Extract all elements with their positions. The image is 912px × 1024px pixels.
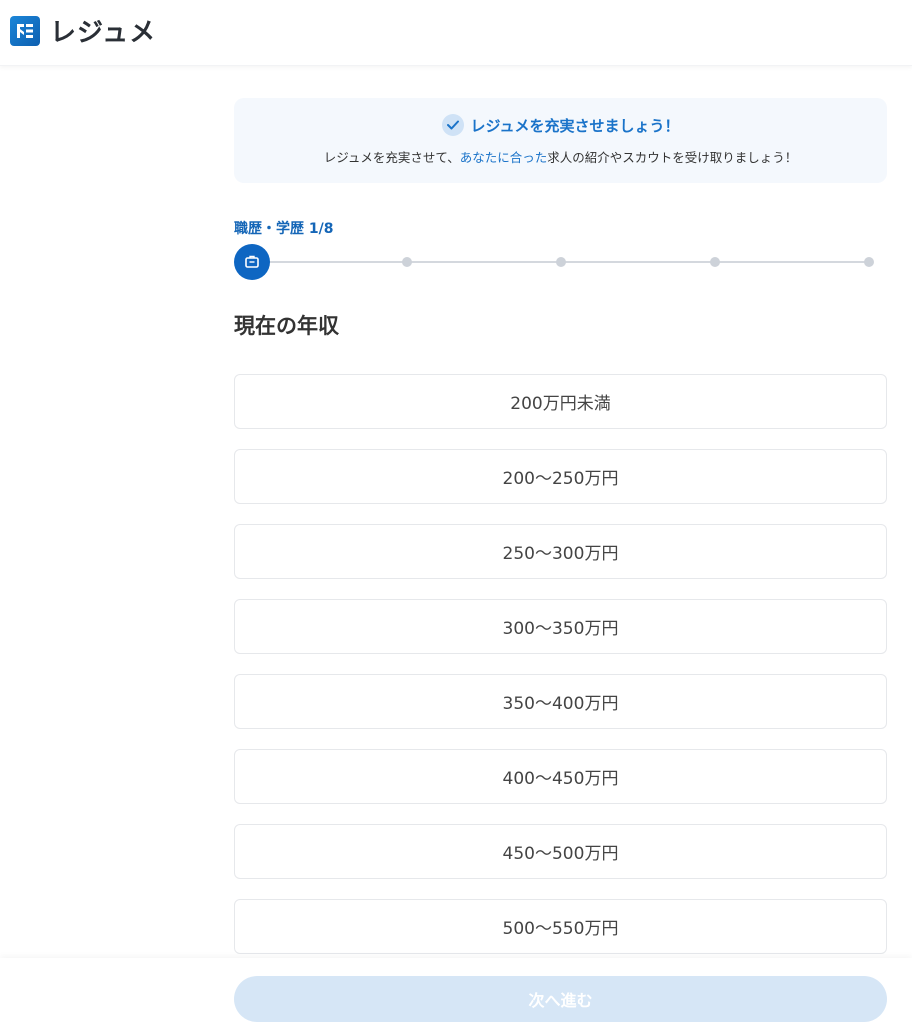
question-title: 現在の年収	[234, 314, 339, 338]
progress-dot	[402, 257, 412, 267]
banner-desc-accent: あなたに合った	[459, 150, 548, 165]
income-option[interactable]: 450〜500万円	[234, 824, 887, 879]
income-option[interactable]: 200万円未満	[234, 374, 887, 429]
income-option[interactable]: 500〜550万円	[234, 899, 887, 954]
step-label: 職歴・学歴 1/8	[234, 221, 334, 237]
logo[interactable]: レジュメ	[10, 12, 156, 49]
main-content: レジュメを充実させましょう！ レジュメを充実させて、あなたに合った求人の紹介やス…	[234, 98, 887, 954]
logo-text: レジュメ	[50, 18, 157, 48]
income-options: 200万円未満 200〜250万円 250〜300万円 300〜350万円 35…	[234, 374, 887, 974]
income-option[interactable]: 200〜250万円	[234, 449, 887, 504]
banner-desc-after: 求人の紹介やスカウトを受け取りましょう！	[547, 150, 798, 165]
step-progress	[234, 244, 874, 280]
progress-current-step	[234, 244, 270, 280]
income-option[interactable]: 400〜450万円	[234, 749, 887, 804]
banner-title: レジュメを充実させましょう！	[234, 112, 887, 138]
progress-dot	[556, 257, 566, 267]
footer-bar: 次へ進む	[0, 958, 912, 1024]
income-option[interactable]: 350〜400万円	[234, 674, 887, 729]
banner-title-text: レジュメを充実させましょう！	[470, 116, 680, 135]
info-banner: レジュメを充実させましょう！ レジュメを充実させて、あなたに合った求人の紹介やス…	[234, 98, 887, 183]
banner-desc-before: レジュメを充実させて、	[323, 150, 460, 165]
banner-description: レジュメを充実させて、あなたに合った求人の紹介やスカウトを受け取りましょう！	[234, 147, 887, 166]
progress-dot	[864, 257, 874, 267]
check-icon	[441, 114, 464, 136]
progress-dot	[710, 257, 720, 267]
income-option[interactable]: 250〜300万円	[234, 524, 887, 579]
app-header: レジュメ	[0, 0, 912, 66]
resume-logo-icon	[10, 15, 40, 46]
income-option[interactable]: 300〜350万円	[234, 599, 887, 654]
next-button[interactable]: 次へ進む	[234, 976, 887, 1022]
briefcase-icon	[245, 253, 259, 272]
